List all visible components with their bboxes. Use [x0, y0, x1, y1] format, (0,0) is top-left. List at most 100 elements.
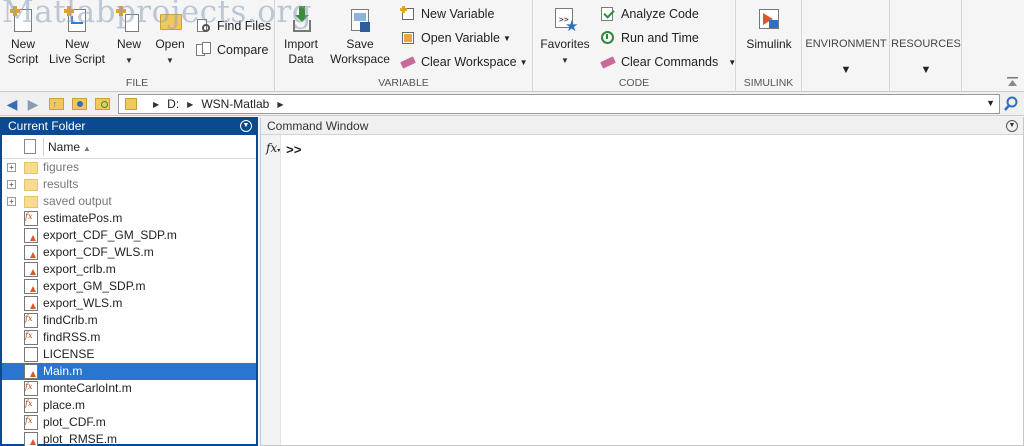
list-item[interactable]: + saved output: [2, 193, 256, 210]
list-item[interactable]: export_WLS.m: [2, 295, 256, 312]
new-icon: [115, 6, 143, 34]
import-data-button[interactable]: Import Data: [279, 6, 323, 67]
list-item-label: Main.m: [43, 364, 83, 378]
folder-icon: [125, 98, 137, 110]
sort-ascending-icon: ▲: [83, 144, 91, 153]
list-item[interactable]: export_CDF_WLS.m: [2, 244, 256, 261]
current-folder-panel: Current Folder ▼ Name ▲ + figures + results +…: [0, 117, 258, 446]
new-script-icon: [9, 6, 37, 34]
breadcrumb-separator-icon: ▶: [187, 99, 194, 109]
collapse-toolstrip-icon[interactable]: [1007, 77, 1018, 87]
chevron-down-icon[interactable]: ▼: [986, 98, 995, 108]
list-item-label: plot_CDF.m: [43, 415, 106, 429]
list-item[interactable]: fx place.m: [2, 397, 256, 414]
command-window-title: Command Window: [267, 119, 369, 133]
list-item[interactable]: fx findCrlb.m: [2, 312, 256, 329]
list-item-label: monteCarloInt.m: [43, 381, 132, 395]
resources-group: RESOURCES ▼: [890, 0, 962, 92]
function-browser-icon[interactable]: fx▾: [266, 141, 280, 155]
forward-icon[interactable]: ▶: [24, 95, 42, 113]
environment-group: ENVIRONMENT ▼: [802, 0, 890, 92]
chevron-down-icon: ▼: [519, 57, 528, 67]
list-item[interactable]: fx findRSS.m: [2, 329, 256, 346]
address-bar: ◀ ▶ ↑ ▶ D: ▶ WSN-Matlab ▶ ▼: [0, 92, 1024, 116]
open-folder-icon: [156, 6, 184, 34]
back-icon[interactable]: ◀: [3, 95, 21, 113]
command-prompt[interactable]: >>: [286, 143, 302, 158]
new-variable-icon: [400, 6, 416, 22]
list-item[interactable]: + results: [2, 176, 256, 193]
analyze-code-icon: [600, 6, 616, 22]
compare-icon: [196, 42, 212, 58]
script-file-icon: [24, 228, 38, 243]
compare-button[interactable]: Compare: [196, 40, 268, 60]
open-variable-button[interactable]: Open Variable ▼: [400, 28, 511, 48]
list-item[interactable]: export_GM_SDP.m: [2, 278, 256, 295]
current-folder-column-header[interactable]: Name ▲: [2, 135, 256, 159]
chevron-down-icon: ▼: [728, 57, 737, 67]
script-file-icon: [24, 245, 38, 260]
new-button[interactable]: New ▼: [112, 6, 146, 68]
breadcrumb-folder[interactable]: WSN-Matlab: [201, 97, 269, 111]
list-item[interactable]: Main.m: [2, 363, 256, 380]
list-item[interactable]: fx estimatePos.m: [2, 210, 256, 227]
import-data-icon: [287, 6, 315, 34]
up-folder-icon[interactable]: ↑: [47, 95, 65, 113]
panel-actions-icon[interactable]: ▼: [1006, 120, 1018, 132]
expand-icon[interactable]: +: [7, 163, 16, 172]
run-and-time-button[interactable]: Run and Time: [600, 28, 699, 48]
expand-icon[interactable]: +: [7, 197, 16, 206]
breadcrumb-separator-icon: ▶: [153, 99, 160, 109]
path-field[interactable]: ▶ D: ▶ WSN-Matlab ▶ ▼: [118, 94, 1000, 114]
save-workspace-button[interactable]: Save Workspace: [327, 6, 393, 67]
analyze-code-button[interactable]: Analyze Code: [600, 4, 699, 24]
chevron-down-icon: ▼: [840, 64, 852, 76]
current-folder-title: Current Folder: [8, 119, 86, 133]
open-button[interactable]: Open ▼: [150, 6, 190, 68]
clear-workspace-button[interactable]: Clear Workspace ▼: [400, 52, 528, 72]
list-item-label: export_crlb.m: [43, 262, 116, 276]
list-item[interactable]: fx plot_CDF.m: [2, 414, 256, 431]
function-file-icon: fx: [24, 381, 38, 396]
list-item[interactable]: + figures: [2, 159, 256, 176]
run-and-time-icon: [600, 30, 616, 46]
environment-menu[interactable]: ENVIRONMENT ▼: [802, 38, 890, 76]
find-files-button[interactable]: Find Files: [196, 16, 271, 36]
list-item[interactable]: export_CDF_GM_SDP.m: [2, 227, 256, 244]
favorites-button[interactable]: >> ★ Favorites ▼: [539, 6, 591, 68]
new-live-script-button[interactable]: New Live Script: [46, 6, 108, 67]
breadcrumb-drive[interactable]: D:: [167, 97, 179, 111]
simulink-group: Simulink SIMULINK: [736, 0, 802, 92]
chevron-down-icon: ▼: [125, 56, 133, 65]
clear-commands-icon: [600, 54, 616, 70]
list-item[interactable]: plot_RMSE.m: [2, 431, 256, 446]
find-files-icon: [196, 18, 212, 34]
folder-icon: [24, 196, 38, 208]
list-item-label: place.m: [43, 398, 86, 412]
browse-folder-icon[interactable]: [70, 95, 88, 113]
new-script-button[interactable]: New Script: [4, 6, 42, 67]
list-item-label: plot_RMSE.m: [43, 432, 118, 446]
list-item-label: results: [43, 177, 79, 191]
function-file-icon: fx: [24, 330, 38, 345]
clear-commands-button[interactable]: Clear Commands ▼: [600, 52, 736, 72]
simulink-button[interactable]: Simulink: [742, 6, 796, 52]
breadcrumb-separator-icon[interactable]: ▶: [277, 100, 283, 109]
expand-icon[interactable]: +: [7, 180, 16, 189]
list-item[interactable]: LICENSE: [2, 346, 256, 363]
script-file-icon: [24, 364, 38, 379]
file-list: + figures + results + saved output fx estimateP…: [2, 159, 256, 446]
new-variable-button[interactable]: New Variable: [400, 4, 494, 24]
file-type-column-icon: [24, 139, 36, 154]
search-icon[interactable]: [1002, 95, 1020, 113]
toolstrip: Matlabprojects.org New Script New Live S…: [0, 0, 1024, 92]
search-folder-icon[interactable]: [93, 95, 111, 113]
panel-actions-icon[interactable]: ▼: [240, 120, 252, 132]
folder-icon: [24, 162, 38, 174]
chevron-down-icon: ▼: [561, 56, 569, 65]
resources-menu[interactable]: RESOURCES ▼: [890, 38, 962, 76]
name-column-label: Name: [48, 140, 81, 154]
list-item[interactable]: export_crlb.m: [2, 261, 256, 278]
list-item[interactable]: fx monteCarloInt.m: [2, 380, 256, 397]
file-group: New Script New Live Script New ▼ Open ▼: [0, 0, 275, 92]
